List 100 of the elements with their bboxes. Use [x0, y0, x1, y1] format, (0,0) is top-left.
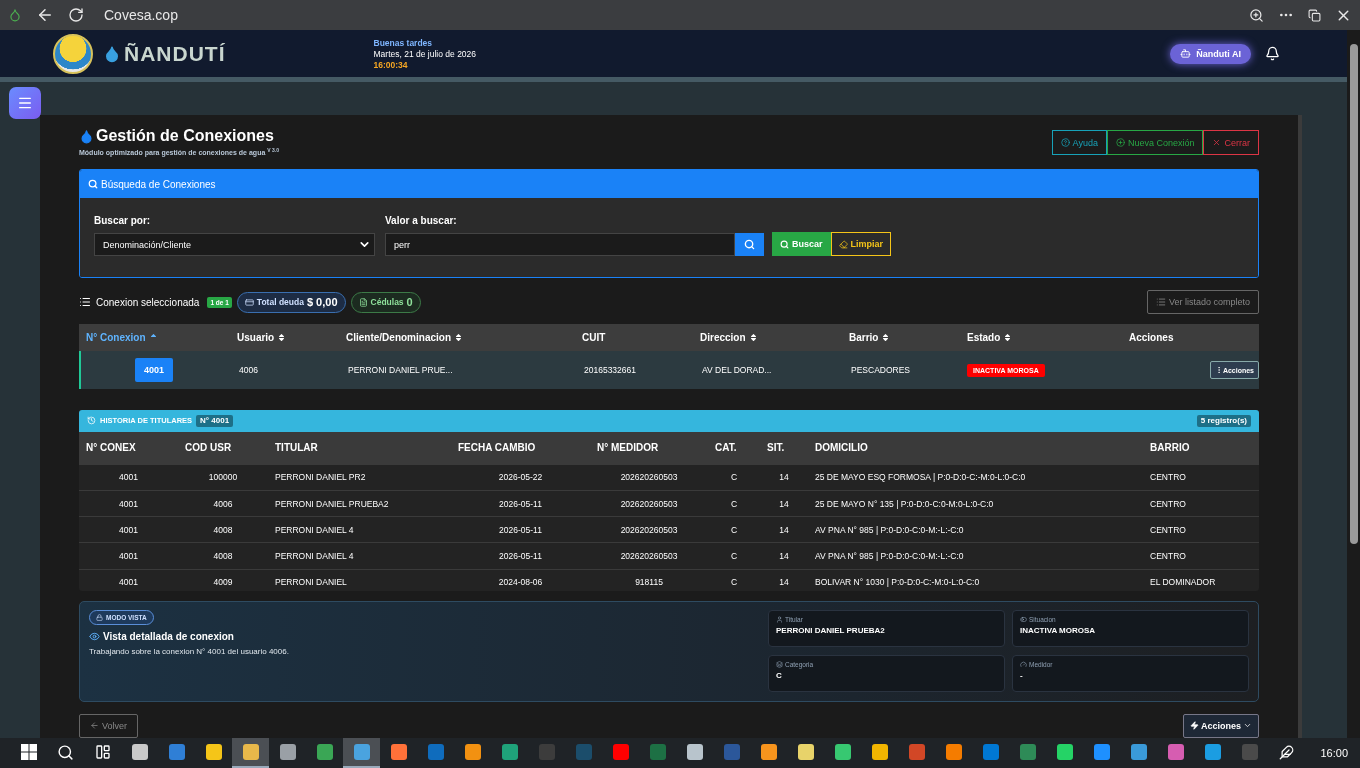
card-title: Búsqueda de Conexiones	[101, 178, 216, 190]
column-header: DOMICILIO	[814, 442, 869, 454]
table-cell-text: CENTRO	[1149, 550, 1187, 561]
lock-icon	[96, 614, 103, 622]
detail-title: Vista detallada de conexion	[103, 631, 234, 643]
toggle-icon	[1020, 616, 1027, 624]
column-header: SIT.	[766, 442, 786, 454]
sort-icon[interactable]	[881, 333, 891, 343]
table-cell-text: PERRONI DANIEL PR2	[274, 472, 367, 483]
column-header: CAT.	[714, 442, 738, 454]
table-cell-text: AV PNA N° 985 | P:0-D:0-C:0-M:-L:-C:0	[814, 524, 965, 535]
column-header: Acciones	[1128, 332, 1175, 344]
toolbar-button[interactable]: Ayuda	[1051, 130, 1107, 155]
page-title: Gestión de Conexiones	[96, 127, 274, 145]
clear-button[interactable]: Limpiar	[830, 232, 892, 257]
table-cell-text: 14	[778, 577, 790, 588]
table-cell-text: AV DEL DORAD...	[701, 365, 773, 376]
table-cell-text: 918115	[634, 577, 664, 588]
sort-icon[interactable]	[748, 333, 758, 343]
table-cell-text: PERRONI DANIEL PRUEBA2	[274, 498, 390, 509]
actions-button[interactable]: Acciones	[1182, 714, 1259, 738]
table-cell-text: C	[729, 524, 739, 535]
table-cell-text: 202620260503	[619, 498, 679, 509]
table-cell-text: C	[729, 550, 739, 561]
field-value: INACTIVA MOROSA	[1020, 626, 1097, 636]
greeting-text: Buenas tardes	[373, 37, 434, 48]
sort-icon[interactable]	[1003, 333, 1013, 343]
table-cell-text: PESCADORES	[850, 365, 912, 376]
column-header[interactable]: Cliente/Denominacion	[339, 332, 575, 344]
table-cell-text: 4001	[118, 577, 139, 588]
taskbar-app-button[interactable]	[232, 738, 269, 768]
droplet-icon	[103, 44, 121, 63]
search-icon[interactable]	[57, 743, 74, 761]
pen-icon[interactable]	[1279, 744, 1294, 760]
search-icon	[88, 179, 98, 190]
column-header: N° MEDIDOR	[596, 442, 660, 454]
back-icon[interactable]	[36, 6, 54, 24]
table-cell-text: EL DOMINADOR	[1149, 577, 1217, 588]
field-value: -	[1020, 671, 1024, 681]
column-header[interactable]: Direccion	[693, 332, 842, 344]
cedulas-value: 0	[406, 296, 413, 309]
table-cell-text: 4008	[212, 524, 234, 535]
table-cell-text: 4008	[212, 550, 234, 561]
table-cell-text: 4001	[118, 472, 139, 483]
table-cell-text: 2026-05-11	[498, 524, 543, 535]
column-header[interactable]: Usuario	[230, 332, 339, 344]
sort-icon[interactable]	[277, 333, 287, 343]
table-cell-text: CENTRO	[1149, 472, 1187, 483]
table-cell-text: AV PNA N° 985 | P:0-D:0-C:0-M:-L:-C:0	[814, 550, 965, 561]
debt-label: Total deuda	[256, 297, 304, 308]
clock-text: 16:00:34	[373, 59, 409, 70]
ai-assistant-button[interactable]: Ñanduti AI	[1170, 43, 1251, 64]
table-cell-text: C	[729, 472, 739, 483]
field-label: Valor a buscar:	[385, 215, 458, 227]
search-button[interactable]	[735, 233, 764, 257]
back-button[interactable]: Volver	[79, 714, 138, 738]
zoom-icon[interactable]	[1249, 7, 1264, 23]
gauge-icon	[1020, 661, 1027, 669]
brand-name: ÑANDUTÍ	[124, 41, 226, 66]
toolbar-button[interactable]: Nueva Conexión	[1106, 130, 1204, 155]
eraser-icon	[838, 239, 848, 249]
layers-icon	[776, 661, 783, 669]
date-text: Martes, 21 de julio de 2026	[373, 48, 477, 59]
table-cell-text: PERRONI DANIEL 4	[274, 524, 355, 535]
column-header[interactable]: Barrio	[842, 332, 960, 344]
table-cell-text: C	[729, 577, 739, 588]
search-by-select[interactable]: Denominación/Cliente	[94, 233, 375, 257]
table-cell-text: 2026-05-11	[498, 498, 543, 509]
droplet-icon	[79, 128, 94, 144]
table-cell-text: 25 DE MAYO ESQ FORMOSA | P:0-D:0-C:-M:0-L:0-C:0	[814, 472, 1027, 483]
table-cell-text: 202620260503	[619, 524, 679, 535]
table-cell-text: 202620260503	[619, 550, 679, 561]
detail-text: Trabajando sobre la conexion N° 4001 del usuario 4006.	[89, 647, 289, 657]
arrow-left-icon	[90, 721, 99, 731]
menu-button[interactable]	[9, 87, 41, 119]
column-header: COD USR	[184, 442, 233, 454]
connection-badge: N° 4001	[196, 414, 234, 427]
section-title: Conexion seleccionada	[96, 296, 200, 308]
full-list-button[interactable]: Ver listado completo	[1146, 290, 1259, 315]
field-label: Buscar por:	[94, 215, 152, 227]
connection-number-badge[interactable]: 4001	[135, 358, 174, 383]
field-value: PERRONI DANIEL PRUEBA2	[776, 626, 886, 636]
card-icon	[244, 297, 254, 307]
user-icon	[776, 616, 783, 624]
field-value: C	[776, 671, 783, 681]
table-cell-text: 2026-05-22	[497, 472, 544, 483]
search-input[interactable]: perr	[385, 233, 735, 257]
restore-icon[interactable]	[1308, 8, 1321, 22]
reload-icon[interactable]	[68, 7, 84, 23]
table-cell-text: 14	[778, 472, 790, 483]
sort-icon[interactable]	[454, 333, 463, 343]
records-count-badge: 5 registro(s)	[1196, 414, 1251, 427]
task-view-icon[interactable]	[94, 744, 111, 760]
column-header[interactable]: Estado	[960, 332, 1122, 344]
column-header[interactable]: N° Conexion	[79, 332, 230, 344]
bell-icon[interactable]	[1265, 46, 1280, 61]
toolbar-button[interactable]: Cerrar	[1203, 130, 1259, 155]
cedulas-label: Cédulas	[370, 297, 404, 308]
table-cell-text: 4006	[212, 498, 234, 509]
lightning-icon	[1189, 721, 1199, 731]
